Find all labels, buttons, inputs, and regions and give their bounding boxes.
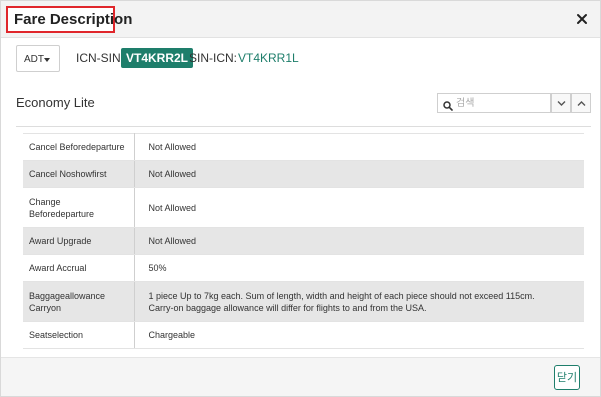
search-input[interactable] xyxy=(456,96,548,111)
search-bar xyxy=(437,93,591,113)
table-row: Cancel Beforedeparture Not Allowed xyxy=(23,133,584,161)
dialog-title: Fare Description xyxy=(14,11,133,28)
segment-route-label: ICN-SIN: xyxy=(76,51,124,65)
search-field[interactable] xyxy=(437,93,551,113)
chevron-up-icon xyxy=(577,101,586,106)
rule-value: Not Allowed xyxy=(134,160,584,188)
passenger-type-value: ADT xyxy=(24,54,44,65)
rule-label: Cancel Noshowfirst xyxy=(23,160,135,188)
rule-value: Not Allowed xyxy=(134,187,584,228)
search-prev-button[interactable] xyxy=(571,93,591,113)
route-bar: ADT ICN-SIN: VT4KRR2L SIN-ICN: VT4KRR1L xyxy=(16,45,576,73)
table-row: Baggageallowance Carryon 1 piece Up to 7… xyxy=(23,281,584,322)
rule-label: Cancel Beforedeparture xyxy=(23,133,135,161)
fare-basis-tab-active[interactable]: VT4KRR2L xyxy=(121,48,194,68)
rule-label: Award Accrual xyxy=(23,254,135,282)
passenger-type-dropdown[interactable]: ADT xyxy=(16,45,60,72)
close-button[interactable]: 닫기 xyxy=(554,365,580,390)
rule-label: Baggageallowance Carryon xyxy=(23,281,135,322)
search-icon xyxy=(443,98,453,116)
rule-label: Award Upgrade xyxy=(23,227,135,255)
close-icon[interactable] xyxy=(574,11,590,27)
rule-value: Not Allowed xyxy=(134,227,584,255)
search-next-button[interactable] xyxy=(551,93,571,113)
segment-route-label: SIN-ICN: xyxy=(189,51,237,65)
rule-label: Change Beforedeparture xyxy=(23,187,135,228)
rule-value: Chargeable xyxy=(134,321,584,349)
rule-value: 50% xyxy=(134,254,584,282)
table-row: Cancel Noshowfirst Not Allowed xyxy=(23,160,584,188)
fare-description-dialog: Fare Description ADT ICN-SIN: VT4KRR2L S… xyxy=(0,0,601,397)
dialog-footer: 닫기 xyxy=(1,357,600,396)
rule-label: Seatselection xyxy=(23,321,135,349)
caret-down-icon xyxy=(44,58,50,62)
table-row: Seatselection Chargeable xyxy=(23,321,584,349)
fare-basis-tab[interactable]: VT4KRR1L xyxy=(238,51,299,65)
section-divider xyxy=(16,126,591,127)
chevron-down-icon xyxy=(557,101,566,106)
title-highlight: Fare Description xyxy=(6,6,132,33)
table-row: Change Beforedeparture Not Allowed xyxy=(23,187,584,228)
dialog-header: Fare Description xyxy=(1,1,600,38)
fare-rules-table: Cancel Beforedeparture Not Allowed Cance… xyxy=(23,133,584,349)
table-row: Award Accrual 50% xyxy=(23,254,584,282)
table-row: Award Upgrade Not Allowed xyxy=(23,227,584,255)
rule-value: Not Allowed xyxy=(134,133,584,161)
rule-value: 1 piece Up to 7kg each. Sum of length, w… xyxy=(134,281,584,322)
fare-family-name: Economy Lite xyxy=(16,95,95,110)
